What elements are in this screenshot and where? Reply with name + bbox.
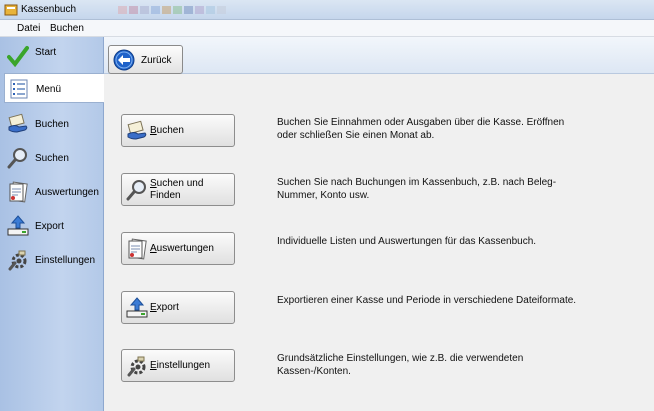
sidebar-item-label: Menü [36,84,62,95]
sidebar: Start Menü Buchen Suchen Auswertungen Ex… [0,37,104,411]
suchen-und-finden-button[interactable]: Suchen und Finden [121,173,235,206]
list-icon [10,79,28,99]
title-decoration [118,6,226,14]
sidebar-item-label: Suchen [35,153,69,164]
sidebar-item-start[interactable]: Start [4,41,102,71]
sidebar-item-menu[interactable]: Menü [4,73,104,103]
back-button[interactable]: Zurück [108,45,183,74]
app-icon [4,4,18,16]
sidebar-item-label: Einstellungen [35,255,96,266]
settings-icon [8,250,27,271]
suchen-description: Suchen Sie nach Buchungen im Kassenbuch,… [277,177,557,201]
checkmark-icon [7,46,29,67]
sidebar-item-buchen[interactable]: Buchen [4,109,102,139]
einstellungen-description: Grundsätzliche Einstellungen, wie z.B. d… [277,353,524,377]
booking-hand-icon [127,120,147,140]
auswertungen-button-label: Auswertungen [150,243,214,254]
einstellungen-button-label: Einstellungen [150,360,211,371]
auswertungen-button[interactable]: Auswertungen [121,232,235,265]
export-icon [126,297,148,318]
settings-icon [127,356,146,377]
menu-bar: Datei Buchen [0,20,654,37]
buchen-button-label: Buchen [150,125,184,136]
sidebar-item-label: Start [35,47,57,58]
sidebar-item-export[interactable]: Export [4,211,102,241]
booking-hand-icon [8,113,28,133]
magnifier-icon [7,148,27,169]
window-title: Kassenbuch [21,4,77,15]
buchen-button[interactable]: Buchen [121,114,235,147]
back-button-label: Zurück [141,55,172,66]
main-content: Zurück Buchen Buchen Sie Einnahmen oder … [104,37,654,411]
sidebar-item-label: Buchen [35,119,69,130]
buchen-description: Buchen Sie Einnahmen oder Ausgaben über … [277,117,565,141]
sidebar-item-einstellungen[interactable]: Einstellungen [4,245,102,275]
export-description: Exportieren einer Kasse und Periode in v… [277,295,577,306]
auswertungen-description: Individuelle Listen und Auswertungen für… [277,236,537,247]
report-icon [9,181,28,203]
menu-buchen[interactable]: Buchen [50,23,84,34]
back-arrow-icon [113,49,135,71]
export-icon [7,215,29,236]
magnifier-icon [126,180,146,201]
report-icon [128,238,147,260]
export-button[interactable]: Export [121,291,235,324]
sidebar-item-label: Export [35,221,64,232]
toolbar: Zurück [104,37,654,74]
sidebar-item-auswertungen[interactable]: Auswertungen [4,177,102,207]
suchen-und-finden-button-label: Suchen und Finden [150,178,204,201]
sidebar-item-suchen[interactable]: Suchen [4,143,102,173]
menu-datei[interactable]: Datei [17,23,40,34]
einstellungen-button[interactable]: Einstellungen [121,349,235,382]
title-bar: Kassenbuch [0,0,654,20]
export-button-label: Export [150,302,179,313]
sidebar-item-label: Auswertungen [35,187,99,198]
